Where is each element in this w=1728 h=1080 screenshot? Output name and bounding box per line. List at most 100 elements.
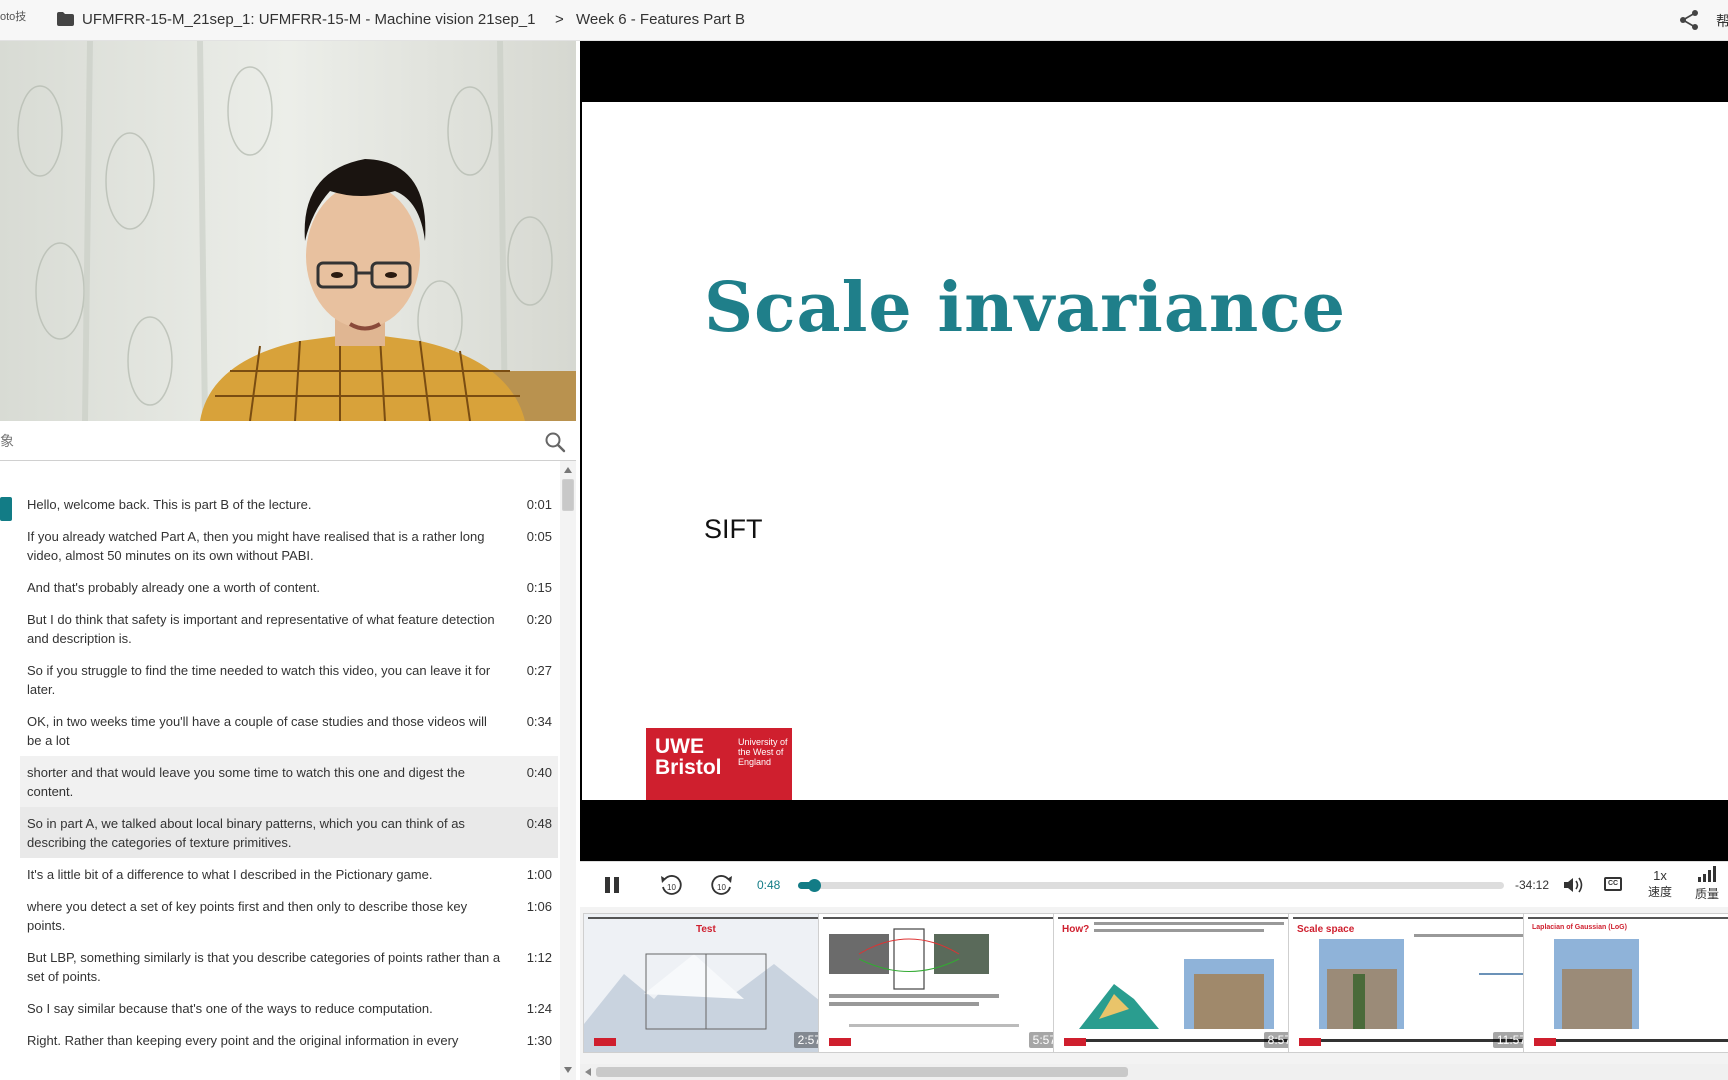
forward-10-icon[interactable]: 10 [709, 873, 734, 898]
caption-text: So I say similar because that's one of t… [27, 1001, 433, 1016]
volume-icon[interactable] [1562, 875, 1586, 895]
current-time: 0:48 [757, 878, 781, 892]
caption-text: Right. Rather than keeping every point a… [27, 1033, 459, 1048]
caption-time[interactable]: 1:00 [512, 865, 552, 884]
transcript-row[interactable]: shorter and that would leave you some ti… [20, 756, 558, 807]
caption-time[interactable]: 0:34 [512, 712, 552, 750]
thumbnail-scrollbar[interactable] [580, 1064, 1728, 1080]
caption-text: OK, in two weeks time you'll have a coup… [27, 714, 487, 748]
thumbnail-rule [1528, 917, 1728, 919]
breadcrumb-separator: > [555, 11, 564, 28]
top-bar: oto技 UFMFRR-15-M_21sep_1: UFMFRR-15-M - … [0, 0, 1728, 41]
logo-sub-text: University of the West of England [738, 737, 788, 767]
transcript-row[interactable]: Right. Rather than keeping every point a… [20, 1024, 558, 1056]
thumbnail-logo [829, 1038, 851, 1046]
transcript-search-input[interactable] [0, 429, 520, 453]
caption-time[interactable]: 0:27 [512, 661, 552, 699]
thumbnail-logo [1064, 1038, 1086, 1046]
cutoff-label: oto技 [0, 11, 27, 23]
logo-main-text: UWE Bristol [655, 735, 722, 779]
pause-button[interactable] [604, 877, 620, 893]
thumbnail-logo [1534, 1038, 1556, 1046]
remaining-time: -34:12 [1515, 878, 1550, 892]
seek-handle[interactable] [808, 879, 822, 892]
thumbnail-title: Test [696, 924, 716, 935]
scrollbar-thumb[interactable] [562, 479, 574, 511]
caption-text: where you detect a set of key points fir… [27, 899, 468, 933]
transcript-row[interactable]: It's a little bit of a difference to wha… [20, 858, 558, 890]
caption-text: But I do think that safety is important … [27, 612, 495, 646]
caption-time[interactable]: 0:01 [512, 495, 552, 514]
uwe-bristol-logo: UWE Bristol University of the West of En… [646, 728, 792, 800]
chapter-thumbnail-strip[interactable]: Test 2:57 5:57 How? 8:57 Scale space 11:… [580, 907, 1728, 1080]
slide-subtitle: SIFT [704, 514, 763, 544]
thumbnail-rule [588, 917, 824, 919]
slide-title: Scale invariance [704, 268, 1347, 348]
chapter-thumbnail[interactable]: How? 8:57 [1053, 913, 1299, 1053]
transcript-search-bar [0, 421, 576, 461]
scroll-down-arrow-icon[interactable] [564, 1067, 572, 1073]
quality-button[interactable]: 质量 [1692, 866, 1722, 902]
signal-bars-icon [1698, 866, 1716, 882]
caption-text: Hello, welcome back. This is part B of t… [27, 497, 312, 512]
transcript-row[interactable]: And that's probably already one a worth … [20, 571, 558, 603]
closed-captions-button[interactable]: CC [1604, 877, 1622, 891]
presenter-video[interactable] [0, 41, 576, 421]
caption-text: If you already watched Part A, then you … [27, 529, 485, 563]
rewind-seconds: 10 [667, 883, 676, 892]
thumbnail-logo [594, 1038, 616, 1046]
search-icon[interactable] [544, 431, 566, 453]
chapter-thumbnail[interactable]: Scale space 11:57 [1288, 913, 1534, 1053]
caption-text: shorter and that would leave you some ti… [27, 765, 465, 799]
thumbnail-image [819, 914, 1063, 1052]
thumbnail-rule [1293, 917, 1529, 919]
caption-time[interactable]: 1:24 [512, 999, 552, 1018]
transcript-list[interactable]: Hello, welcome back. This is part B of t… [0, 461, 560, 1080]
transcript-row-current[interactable]: So in part A, we talked about local bina… [20, 807, 558, 858]
transcript-row[interactable]: If you already watched Part A, then you … [20, 520, 558, 571]
caption-text: It's a little bit of a difference to wha… [27, 867, 433, 882]
caption-time[interactable]: 1:06 [512, 897, 552, 935]
thumbnail-title: Scale space [1297, 924, 1355, 935]
caption-time[interactable]: 0:05 [512, 527, 552, 565]
chapter-thumbnail[interactable]: Laplacian of Gaussian (LoG) [1523, 913, 1728, 1053]
transcript-row[interactable]: OK, in two weeks time you'll have a coup… [20, 705, 558, 756]
chapter-thumbnail[interactable]: 5:57 [818, 913, 1064, 1053]
breadcrumb-video: Week 6 - Features Part B [576, 11, 745, 28]
playback-speed-button[interactable]: 1x 速度 [1645, 868, 1675, 900]
caption-time[interactable]: 1:30 [512, 1031, 552, 1050]
transcript-row[interactable]: So if you struggle to find the time need… [20, 654, 558, 705]
caption-text: But LBP, something similarly is that you… [27, 950, 501, 984]
transcript-row[interactable]: Hello, welcome back. This is part B of t… [20, 488, 558, 520]
transcript-row[interactable]: But I do think that safety is important … [20, 603, 558, 654]
forward-seconds: 10 [717, 883, 726, 892]
breadcrumb-course[interactable]: UFMFRR-15-M_21sep_1: UFMFRR-15-M - Machi… [82, 11, 535, 28]
thumbnail-title: Laplacian of Gaussian (LoG) [1532, 924, 1627, 931]
caption-time[interactable]: 1:12 [512, 948, 552, 986]
caption-time[interactable]: 0:40 [512, 763, 552, 801]
quality-label: 质量 [1694, 887, 1719, 901]
caption-time[interactable]: 0:20 [512, 610, 552, 648]
scroll-left-arrow-icon[interactable] [585, 1068, 591, 1076]
rewind-10-icon[interactable]: 10 [659, 873, 684, 898]
thumbnail-logo [1299, 1038, 1321, 1046]
help-label[interactable]: 帮 [1716, 11, 1728, 31]
caption-text: So in part A, we talked about local bina… [27, 816, 465, 850]
share-icon[interactable] [1678, 9, 1700, 31]
seek-bar[interactable] [798, 879, 1504, 892]
thumbnail-image [1524, 914, 1728, 1052]
transcript-row[interactable]: But LBP, something similarly is that you… [20, 941, 558, 992]
caption-time[interactable]: 0:15 [512, 578, 552, 597]
transcript-row[interactable]: where you detect a set of key points fir… [20, 890, 558, 941]
thumbnail-title: How? [1062, 924, 1090, 935]
folder-icon [57, 12, 74, 26]
presenter-image [0, 41, 576, 421]
caption-time[interactable]: 0:48 [512, 814, 552, 852]
thumbnail-rule [823, 917, 1059, 919]
player-controls: 10 10 0:48 -34:12 CC 1x 速度 质量 [580, 861, 1728, 907]
transcript-scrollbar[interactable] [560, 461, 576, 1080]
scroll-up-arrow-icon[interactable] [564, 467, 572, 473]
chapter-thumbnail[interactable]: Test 2:57 [583, 913, 829, 1053]
transcript-row[interactable]: So I say similar because that's one of t… [20, 992, 558, 1024]
scrollbar-thumb[interactable] [596, 1067, 1128, 1077]
